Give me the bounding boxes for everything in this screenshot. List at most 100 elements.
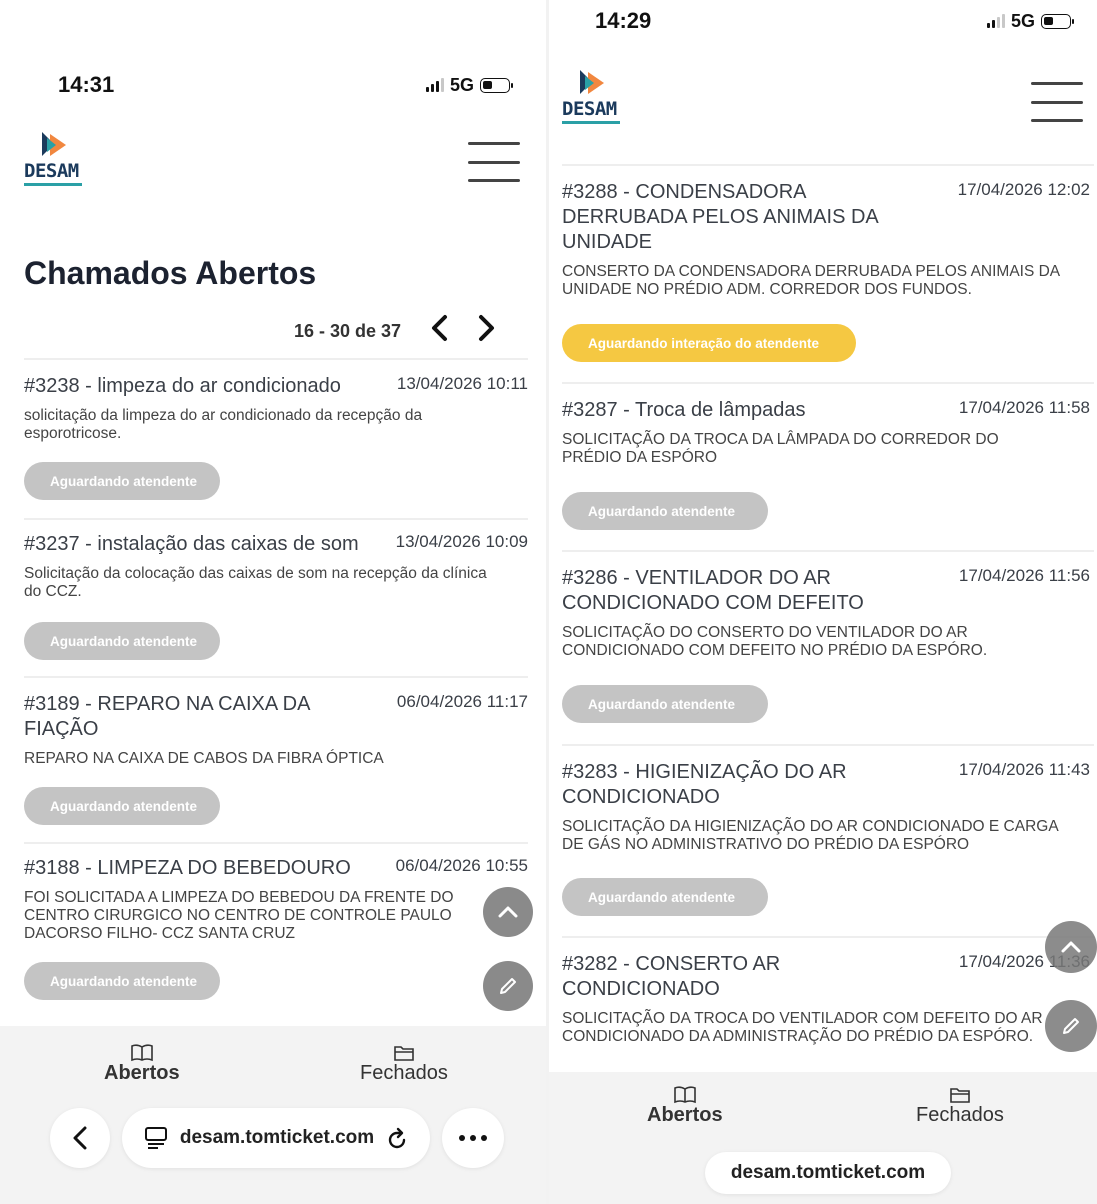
status-bar: 14:29 5G [549,8,1097,34]
tabs-icon [144,1127,167,1149]
pencil-icon [500,978,516,994]
ticket-title: #3287 - Troca de lâmpadas [562,399,806,421]
bottom-nav: Abertos Fechados desam.tomticket.com [0,1026,548,1204]
scroll-top-button[interactable] [1045,921,1097,973]
status-badge: Aguardando atendente [562,685,768,723]
ticket-title: #3286 - VENTILADOR DO AR CONDICIONADO CO… [562,567,864,614]
book-icon [673,1086,696,1104]
ticket-head: #3237 - instalação das caixas de som 13/… [24,532,528,557]
logo-mark-icon [580,70,604,94]
browser-url-bar[interactable]: desam.tomticket.com [705,1152,951,1194]
ticket-card[interactable]: #3237 - instalação das caixas de som 13/… [24,518,528,680]
hamburger-icon[interactable] [468,142,520,182]
folder-icon [950,1088,970,1103]
ticket-head: #3189 - REPARO NA CAIXA DA FIAÇÃO 06/04/… [24,692,528,742]
tab-fechados-label: Fechados [916,1104,1004,1126]
status-badge: Aguardando atendente [562,492,768,530]
desam-logo[interactable]: DESAM [562,68,620,124]
battery-icon [480,77,513,93]
tab-fechados[interactable]: Fechados [360,1044,448,1085]
hamburger-icon[interactable] [1031,82,1083,122]
page-title: Chamados Abertos [24,255,317,291]
ticket-description: solicitação da limpeza do ar condicionad… [24,407,423,442]
logo-underline [24,183,82,186]
ticket-card[interactable]: #3238 - limpeza do ar condicionado 13/04… [24,358,528,520]
ticket-card[interactable]: #3189 - REPARO NA CAIXA DA FIAÇÃO 06/04/… [24,676,528,844]
ticket-card[interactable]: #3283 - HIGIENIZAÇÃO DO AR CONDICIONADO … [562,744,1094,936]
status-bar: 14:31 5G [0,72,548,98]
ticket-card[interactable]: #3282 - CONSERTO AR CONDICIONADO 17/04/2… [562,936,1094,1072]
ticket-description: SOLICITAÇÃO DA HIGIENIZAÇÃO DO AR CONDIC… [562,818,1058,853]
desam-logo[interactable]: DESAM [24,130,82,186]
battery-icon [1041,13,1074,29]
signal-icon [986,14,1005,28]
book-icon [130,1044,153,1062]
ticket-head: #3238 - limpeza do ar condicionado 13/04… [24,374,528,399]
ticket-title: #3189 - REPARO NA CAIXA DA FIAÇÃO [24,693,310,740]
chevron-up-icon [1061,941,1081,953]
bottom-nav: Abertos Fechados desam.tomticket.com [549,1072,1097,1204]
ticket-head: #3287 - Troca de lâmpadas 17/04/2026 11:… [562,398,1094,423]
new-ticket-button[interactable] [1045,1000,1097,1052]
ticket-date: 06/04/2026 11:17 [396,692,528,711]
status-indicators: 5G [986,10,1074,32]
status-badge: Aguardando atendente [24,622,220,660]
scroll-top-button[interactable] [483,887,533,937]
ticket-title: #3237 - instalação das caixas de som [24,533,359,555]
network-label: 5G [1010,10,1035,31]
status-badge: Aguardando atendente [24,462,220,500]
logo-text: DESAM [24,160,79,182]
left-screen: 14:31 5G DESAM Chamados Abertos 16 - 30 … [0,0,548,1204]
status-badge: Aguardando atendente [24,787,220,825]
ticket-description: CONSERTO DA CONDENSADORA DERRUBADA PELOS… [562,263,1060,298]
ticket-description: REPARO NA CAIXA DE CABOS DA FIBRA ÓPTICA [24,750,384,767]
ticket-date: 17/04/2026 12:02 [957,180,1090,199]
tab-abertos-label: Abertos [647,1104,723,1126]
tab-fechados-label: Fechados [360,1062,448,1084]
ticket-title: #3188 - LIMPEZA DO BEBEDOURO [24,857,351,879]
pencil-icon [1063,1018,1079,1034]
tab-abertos-label: Abertos [104,1062,180,1084]
chevron-up-icon [498,906,518,918]
ticket-title: #3288 - CONDENSADORA DERRUBADA PELOS ANI… [562,181,878,253]
status-time: 14:29 [595,8,652,33]
ticket-card[interactable]: #3286 - VENTILADOR DO AR CONDICIONADO CO… [562,550,1094,744]
ticket-card[interactable]: #3288 - CONDENSADORA DERRUBADA PELOS ANI… [562,164,1094,382]
logo-text: DESAM [562,98,617,120]
ticket-title: #3282 - CONSERTO AR CONDICIONADO [562,953,781,1000]
ticket-description: SOLICITAÇÃO DA TROCA DO VENTILADOR COM D… [562,1010,1043,1045]
right-screen: 14:29 5G DESAM #3288 - CONDENSADORA DERR… [549,0,1097,1204]
more-icon [459,1135,487,1141]
browser-url: desam.tomticket.com [730,1162,926,1183]
ticket-description: SOLICITAÇÃO DO CONSERTO DO VENTILADOR DO… [562,624,988,659]
ticket-card[interactable]: #3188 - LIMPEZA DO BEBEDOURO 06/04/2026 … [24,842,528,1022]
ticket-date: 06/04/2026 10:55 [395,856,528,875]
ticket-description: FOI SOLICITADA A LIMPEZA DO BEBEDOU DA F… [24,889,454,942]
folder-icon [394,1046,414,1061]
ticket-date: 17/04/2026 11:56 [958,566,1090,585]
ticket-description: Solicitação da colocação das caixas de s… [24,565,487,600]
next-page-button[interactable] [477,314,497,348]
browser-more-button[interactable] [442,1108,504,1168]
back-icon [73,1126,87,1150]
browser-url-bar[interactable]: desam.tomticket.com [122,1108,430,1168]
pager-range: 16 - 30 de 37 [294,320,402,341]
ticket-card[interactable]: #3287 - Troca de lâmpadas 17/04/2026 11:… [562,382,1094,550]
prev-page-button[interactable] [429,314,449,348]
reload-icon[interactable] [386,1126,408,1150]
tab-fechados[interactable]: Fechados [916,1086,1004,1127]
ticket-date: 17/04/2026 11:43 [958,760,1090,779]
ticket-head: #3288 - CONDENSADORA DERRUBADA PELOS ANI… [562,180,1094,255]
ticket-title: #3238 - limpeza do ar condicionado [24,375,341,397]
network-label: 5G [449,74,474,95]
chevron-left-icon [432,315,448,341]
signal-icon [425,78,444,92]
browser-back-button[interactable] [50,1108,110,1168]
tab-abertos[interactable]: Abertos [104,1044,180,1085]
tab-abertos[interactable]: Abertos [647,1086,723,1127]
ticket-date: 13/04/2026 10:09 [395,532,528,551]
status-badge: Aguardando interação do atendente [562,324,856,362]
new-ticket-button[interactable] [483,961,533,1011]
ticket-head: #3282 - CONSERTO AR CONDICIONADO 17/04/2… [562,952,1094,1002]
ticket-date: 17/04/2026 11:58 [958,398,1090,417]
